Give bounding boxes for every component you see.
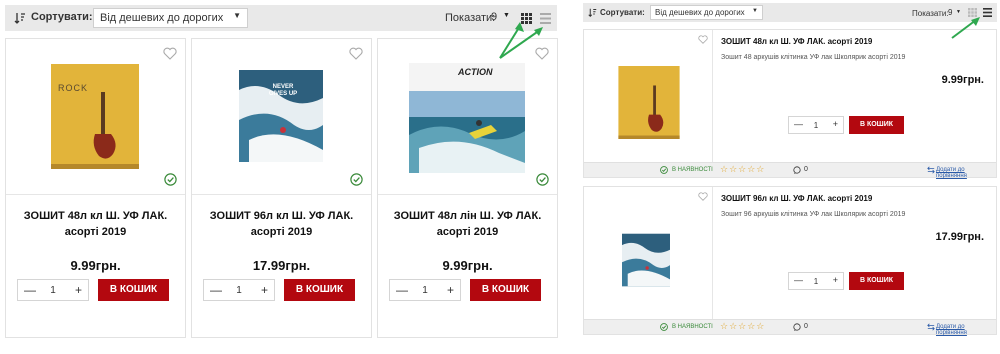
product-title[interactable]: ЗОШИТ 96л кл Ш. УФ ЛАК. асорті 2019 [721, 194, 872, 203]
product-price: 17.99грн. [252, 258, 311, 273]
available-check-icon [164, 173, 177, 186]
product-description: Зошит 96 аркушів клітинка УФ лак Школяри… [721, 211, 906, 218]
heart-icon[interactable] [535, 47, 549, 60]
list-view-icon[interactable] [540, 13, 551, 24]
add-to-cart-button[interactable]: В КОШИК [98, 279, 169, 301]
product-list-item[interactable]: ЗОШИТ 96л кл Ш. УФ ЛАК. асорті 2019 Зоши… [583, 186, 997, 336]
product-list-item[interactable]: ЗОШИТ 48л кл Ш. УФ ЛАК. асорті 2019 Зоши… [583, 29, 997, 179]
cover-text: NEVER GIVES UP [268, 84, 298, 97]
add-to-compare-link[interactable]: Додати до порівняння [936, 324, 996, 336]
rating-stars[interactable]: ☆☆☆☆☆ [720, 321, 765, 332]
comment-icon[interactable] [793, 166, 801, 174]
plus-button[interactable]: + [447, 283, 454, 297]
chevron-down-icon: ▼ [956, 9, 961, 15]
heart-icon[interactable] [163, 47, 177, 60]
grid-view-screenshot: Сортувати: Від дешевих до дорогих ▼ Пока… [0, 0, 562, 354]
notebook-cover-image [409, 63, 525, 173]
comment-count[interactable]: 0 [804, 166, 808, 173]
notebook-cover-image [622, 233, 670, 287]
sort-select[interactable]: Від дешевих до дорогих ▼ [93, 8, 248, 28]
product-title[interactable]: ЗОШИТ 48л кл Ш. УФ ЛАК. асорті 2019 [14, 208, 177, 240]
plus-button[interactable]: + [833, 119, 838, 129]
quantity-stepper: — 1 + [788, 272, 844, 290]
heart-icon[interactable] [698, 192, 708, 201]
product-price: 9.99грн. [70, 258, 121, 273]
sort-label: Сортувати: [31, 11, 93, 23]
product-image[interactable] [584, 187, 713, 319]
heart-icon[interactable] [698, 35, 708, 44]
grid-view-icon[interactable] [968, 8, 977, 17]
plus-button[interactable]: + [75, 283, 82, 297]
show-count-label: Показати: [445, 12, 496, 24]
heart-icon[interactable] [349, 47, 363, 60]
available-check-icon [660, 323, 668, 331]
sort-select-value: Від дешевих до дорогих [100, 12, 224, 24]
list-view-screenshot: Сортувати: Від дешевих до дорогих ▼ Пока… [580, 0, 1000, 354]
quantity-stepper: — 1 + [203, 279, 275, 301]
grid-view-icon[interactable] [521, 13, 532, 24]
product-title[interactable]: ЗОШИТ 48л кл Ш. УФ ЛАК. асорті 2019 [721, 37, 872, 46]
plus-button[interactable]: + [833, 275, 838, 285]
item-footer: В НАЯВНОСТІ ☆☆☆☆☆ 0 Додати до порівняння [584, 162, 996, 179]
product-price: 9.99грн. [941, 74, 984, 86]
compare-icon[interactable] [927, 323, 935, 331]
notebook-cover-image [618, 66, 680, 139]
quantity-stepper: — 1 + [17, 279, 89, 301]
product-image[interactable]: ACTION [378, 39, 557, 195]
item-footer: В НАЯВНОСТІ ☆☆☆☆☆ 0 Додати до порівняння [584, 319, 996, 336]
comment-icon[interactable] [793, 323, 801, 331]
quantity-stepper: — 1 + [788, 116, 844, 134]
product-card[interactable]: ACTION ЗОШИТ 48л лін Ш. УФ ЛАК. асорті 2… [377, 38, 558, 338]
available-check-icon [660, 166, 668, 174]
add-to-cart-button[interactable]: В КОШИК [284, 279, 355, 301]
list-view-icon[interactable] [983, 8, 992, 17]
chevron-down-icon: ▼ [503, 12, 510, 19]
comment-count[interactable]: 0 [804, 323, 808, 330]
sort-label: Сортувати: [600, 8, 645, 17]
add-to-cart-button[interactable]: В КОШИК [849, 116, 904, 134]
product-card[interactable]: ROCK ЗОШИТ 48л кл Ш. УФ ЛАК. асорті 2019… [5, 38, 186, 338]
product-title[interactable]: ЗОШИТ 48л лін Ш. УФ ЛАК. асорті 2019 [386, 208, 549, 240]
add-to-cart-button[interactable]: В КОШИК [849, 272, 904, 290]
product-title[interactable]: ЗОШИТ 96л кл Ш. УФ ЛАК. асорті 2019 [200, 208, 363, 240]
product-description: Зошит 48 аркушів клітинка УФ лак Школяри… [721, 54, 906, 61]
available-check-icon [536, 173, 549, 186]
product-image[interactable]: NEVER GIVES UP [192, 39, 371, 195]
catalog-toolbar: Сортувати: Від дешевих до дорогих ▼ Пока… [5, 5, 557, 31]
available-check-icon [350, 173, 363, 186]
product-price: 17.99грн. [935, 231, 984, 243]
cover-text: ACTION [458, 67, 493, 77]
product-image[interactable]: ROCK [6, 39, 185, 195]
add-to-compare-link[interactable]: Додати до порівняння [936, 167, 996, 179]
add-to-cart-button[interactable]: В КОШИК [470, 279, 541, 301]
chevron-down-icon: ▼ [752, 8, 758, 14]
compare-icon[interactable] [927, 166, 935, 174]
show-count-label: Показати: [912, 9, 949, 18]
availability-status: В НАЯВНОСТІ [672, 167, 713, 173]
show-count-select[interactable]: 9 [491, 11, 497, 23]
sort-icon [14, 13, 25, 24]
sort-select-value: Від дешевих до дорогих [655, 8, 745, 17]
plus-button[interactable]: + [261, 283, 268, 297]
availability-status: В НАЯВНОСТІ [672, 324, 713, 330]
rating-stars[interactable]: ☆☆☆☆☆ [720, 164, 765, 175]
product-card[interactable]: NEVER GIVES UP ЗОШИТ 96л кл Ш. УФ ЛАК. а… [191, 38, 372, 338]
quantity-stepper: — 1 + [389, 279, 461, 301]
show-count-select[interactable]: 9 [948, 8, 952, 17]
notebook-cover-image [51, 64, 139, 169]
product-price: 9.99грн. [442, 258, 493, 273]
product-image[interactable] [584, 30, 713, 162]
chevron-down-icon: ▼ [233, 11, 241, 20]
sort-select[interactable]: Від дешевих до дорогих ▼ [650, 5, 763, 20]
sort-icon [588, 8, 597, 17]
cover-text: ROCK [58, 83, 89, 93]
catalog-toolbar: Сортувати: Від дешевих до дорогих ▼ Пока… [583, 3, 997, 22]
